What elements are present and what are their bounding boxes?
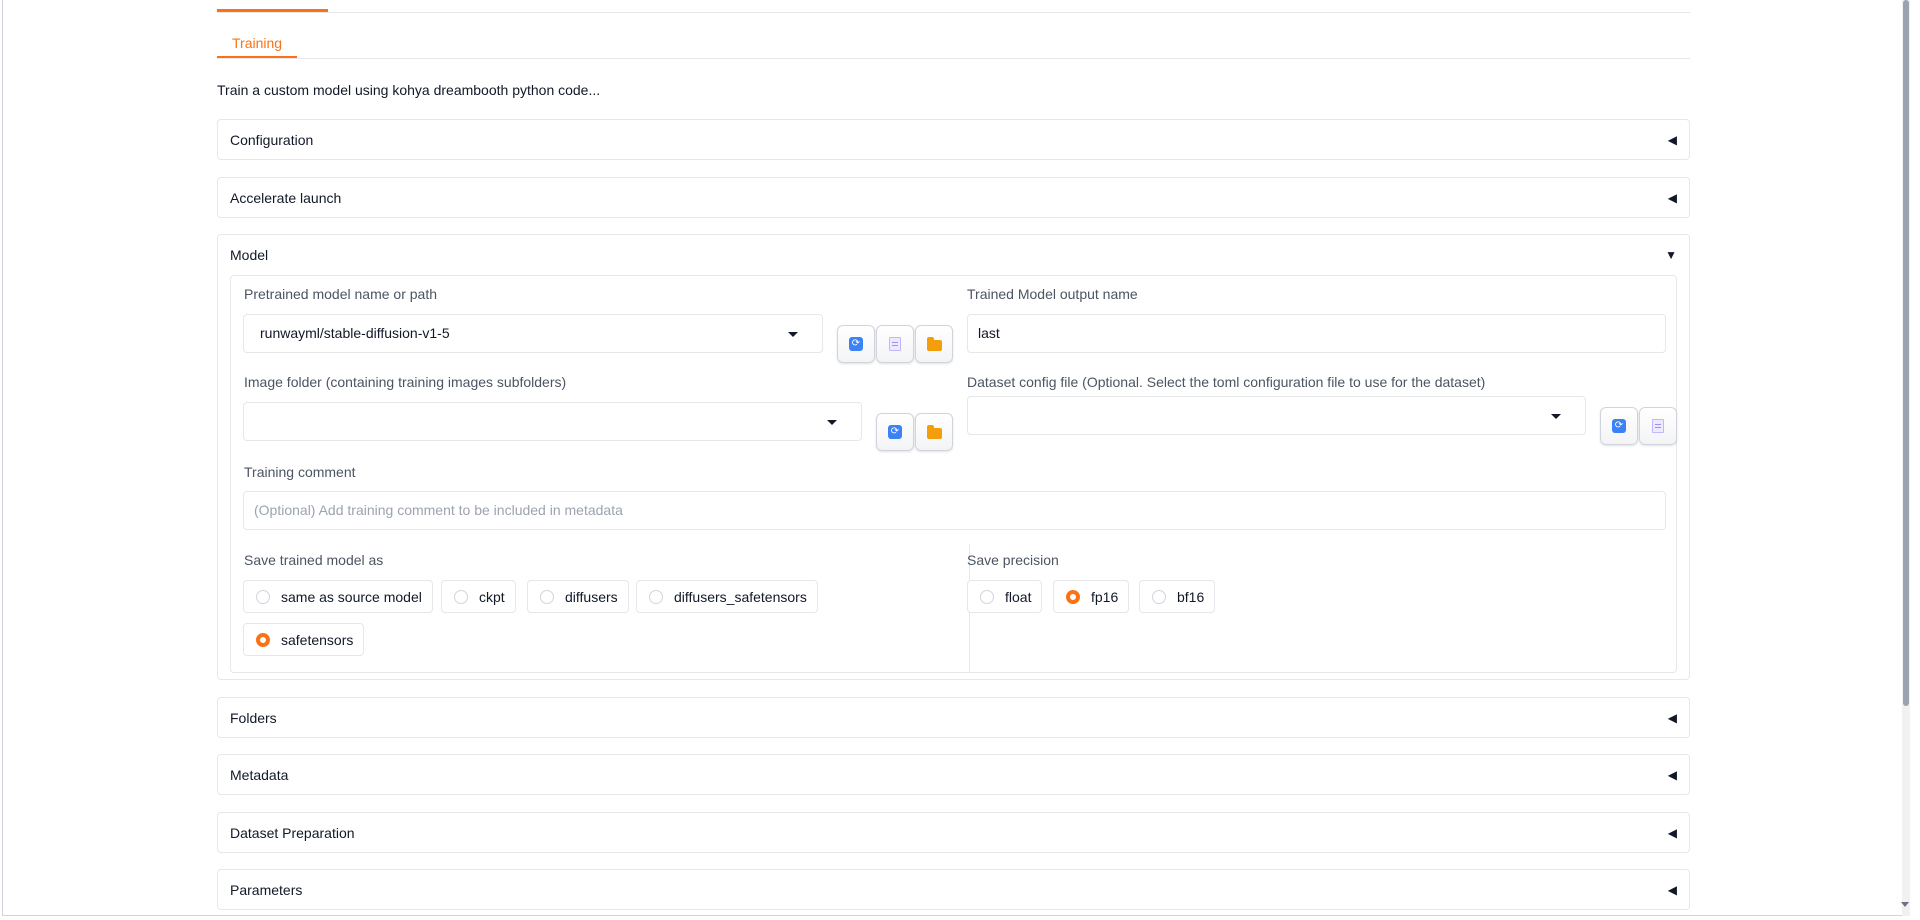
refresh-icon: ⟳	[1612, 419, 1626, 433]
image-folder-dropdown[interactable]	[243, 402, 862, 441]
save-as-label: Save trained model as	[244, 552, 384, 568]
dataset-config-label: Dataset config file (Optional. Select th…	[967, 374, 1486, 390]
accordion-accelerate-title: Accelerate launch	[230, 190, 342, 206]
collapse-arrow-icon: ◀	[1667, 191, 1677, 205]
chevron-down-icon	[1551, 414, 1561, 419]
precision-fp16[interactable]: fp16	[1053, 580, 1130, 613]
precision-option-label: float	[1005, 588, 1032, 605]
precision-bf16[interactable]: bf16	[1139, 580, 1216, 613]
select-image-folder-button[interactable]	[915, 413, 953, 451]
accordion-folders[interactable]: Folders ◀	[217, 697, 1690, 738]
accordion-metadata[interactable]: Metadata ◀	[217, 754, 1690, 795]
accordion-configuration-header[interactable]: Configuration ◀	[218, 120, 1689, 160]
accordion-model: Model ▼ Pretrained model name or path ru…	[217, 234, 1690, 680]
radio-circle	[256, 589, 270, 604]
pretrained-model-dropdown[interactable]: runwayml/stable-diffusion-v1-5	[243, 314, 823, 353]
refresh-icon: ⟳	[849, 337, 863, 351]
pretrained-model-value: runwayml/stable-diffusion-v1-5	[260, 325, 450, 341]
expand-arrow-icon: ▼	[1665, 248, 1677, 262]
collapse-arrow-icon: ◀	[1667, 826, 1677, 840]
accordion-parameters[interactable]: Parameters ◀	[217, 869, 1690, 910]
document-icon	[889, 337, 901, 351]
radio-circle-selected	[256, 632, 270, 647]
top-tab-bar	[217, 0, 1690, 13]
accordion-parameters-header[interactable]: Parameters ◀	[218, 870, 1689, 910]
select-pretrained-folder-button[interactable]	[915, 325, 953, 363]
vertical-scrollbar-thumb[interactable]	[1903, 0, 1909, 706]
model-settings-panel: Pretrained model name or path runwayml/s…	[230, 275, 1677, 673]
save-as-same-as-source[interactable]: same as source model	[243, 580, 433, 613]
accordion-model-title: Model	[230, 247, 269, 263]
accordion-folders-header[interactable]: Folders ◀	[218, 698, 1689, 738]
page-description: Train a custom model using kohya dreambo…	[217, 82, 601, 98]
subtab-divider	[217, 58, 1690, 59]
save-as-option-label: safetensors	[281, 631, 354, 648]
chevron-down-icon	[788, 332, 798, 337]
tab-training[interactable]: Training	[217, 30, 298, 58]
accordion-folders-title: Folders	[230, 710, 277, 726]
training-comment-placeholder: (Optional) Add training comment to be in…	[254, 502, 623, 518]
radio-circle	[1152, 589, 1166, 604]
radio-circle-selected	[1066, 589, 1080, 604]
select-pretrained-file-button[interactable]	[876, 325, 914, 363]
chevron-down-icon	[827, 420, 837, 425]
precision-option-label: fp16	[1091, 588, 1119, 605]
radio-circle	[980, 589, 994, 604]
refresh-pretrained-button[interactable]: ⟳	[837, 325, 875, 363]
save-as-option-label: diffusers_safetensors	[674, 588, 807, 605]
accordion-configuration[interactable]: Configuration ◀	[217, 119, 1690, 160]
accordion-model-header[interactable]: Model ▼	[218, 235, 1689, 275]
folder-icon	[926, 336, 942, 351]
save-as-safetensors[interactable]: safetensors	[243, 623, 365, 656]
save-precision-label: Save precision	[967, 552, 1059, 568]
collapse-arrow-icon: ◀	[1667, 883, 1677, 897]
precision-option-label: bf16	[1177, 588, 1205, 605]
save-as-option-label: diffusers	[565, 588, 618, 605]
refresh-dataset-config-button[interactable]: ⟳	[1600, 407, 1638, 445]
collapse-arrow-icon: ◀	[1667, 711, 1677, 725]
radio-circle	[540, 589, 554, 604]
accordion-parameters-title: Parameters	[230, 882, 303, 898]
save-as-ckpt[interactable]: ckpt	[441, 580, 516, 613]
collapse-arrow-icon: ◀	[1667, 768, 1677, 782]
output-name-label: Trained Model output name	[967, 286, 1138, 302]
accordion-metadata-header[interactable]: Metadata ◀	[218, 755, 1689, 795]
collapse-arrow-icon: ◀	[1667, 133, 1677, 147]
accordion-dataset-preparation[interactable]: Dataset Preparation ◀	[217, 812, 1690, 853]
scroll-down-arrow-icon[interactable]	[1901, 902, 1909, 907]
save-as-option-label: ckpt	[479, 588, 505, 605]
select-dataset-config-file-button[interactable]	[1639, 407, 1677, 445]
accordion-accelerate-header[interactable]: Accelerate launch ◀	[218, 178, 1689, 218]
refresh-image-folder-button[interactable]: ⟳	[876, 413, 914, 451]
precision-float[interactable]: float	[967, 580, 1043, 613]
image-folder-label: Image folder (containing training images…	[244, 374, 567, 390]
accordion-dataset-prep-title: Dataset Preparation	[230, 825, 355, 841]
refresh-icon: ⟳	[888, 425, 902, 439]
accordion-dataset-prep-header[interactable]: Dataset Preparation ◀	[218, 813, 1689, 853]
accordion-configuration-title: Configuration	[230, 132, 314, 148]
pretrained-model-label: Pretrained model name or path	[244, 286, 437, 302]
accordion-metadata-title: Metadata	[230, 767, 289, 783]
radio-circle	[649, 589, 663, 604]
save-as-option-label: same as source model	[281, 588, 422, 605]
radio-circle	[454, 589, 468, 604]
accordion-accelerate-launch[interactable]: Accelerate launch ◀	[217, 177, 1690, 218]
dataset-config-dropdown[interactable]	[967, 396, 1586, 435]
save-as-diffusers[interactable]: diffusers	[527, 580, 629, 613]
training-comment-input[interactable]: (Optional) Add training comment to be in…	[243, 491, 1666, 530]
output-name-input[interactable]: last	[967, 314, 1666, 353]
training-comment-label: Training comment	[244, 464, 356, 480]
save-as-diffusers-safetensors[interactable]: diffusers_safetensors	[636, 580, 818, 613]
document-icon	[1652, 419, 1664, 433]
folder-icon	[926, 424, 942, 439]
tab-training-label: Training	[232, 35, 283, 51]
top-tab-active-indicator	[217, 9, 328, 12]
